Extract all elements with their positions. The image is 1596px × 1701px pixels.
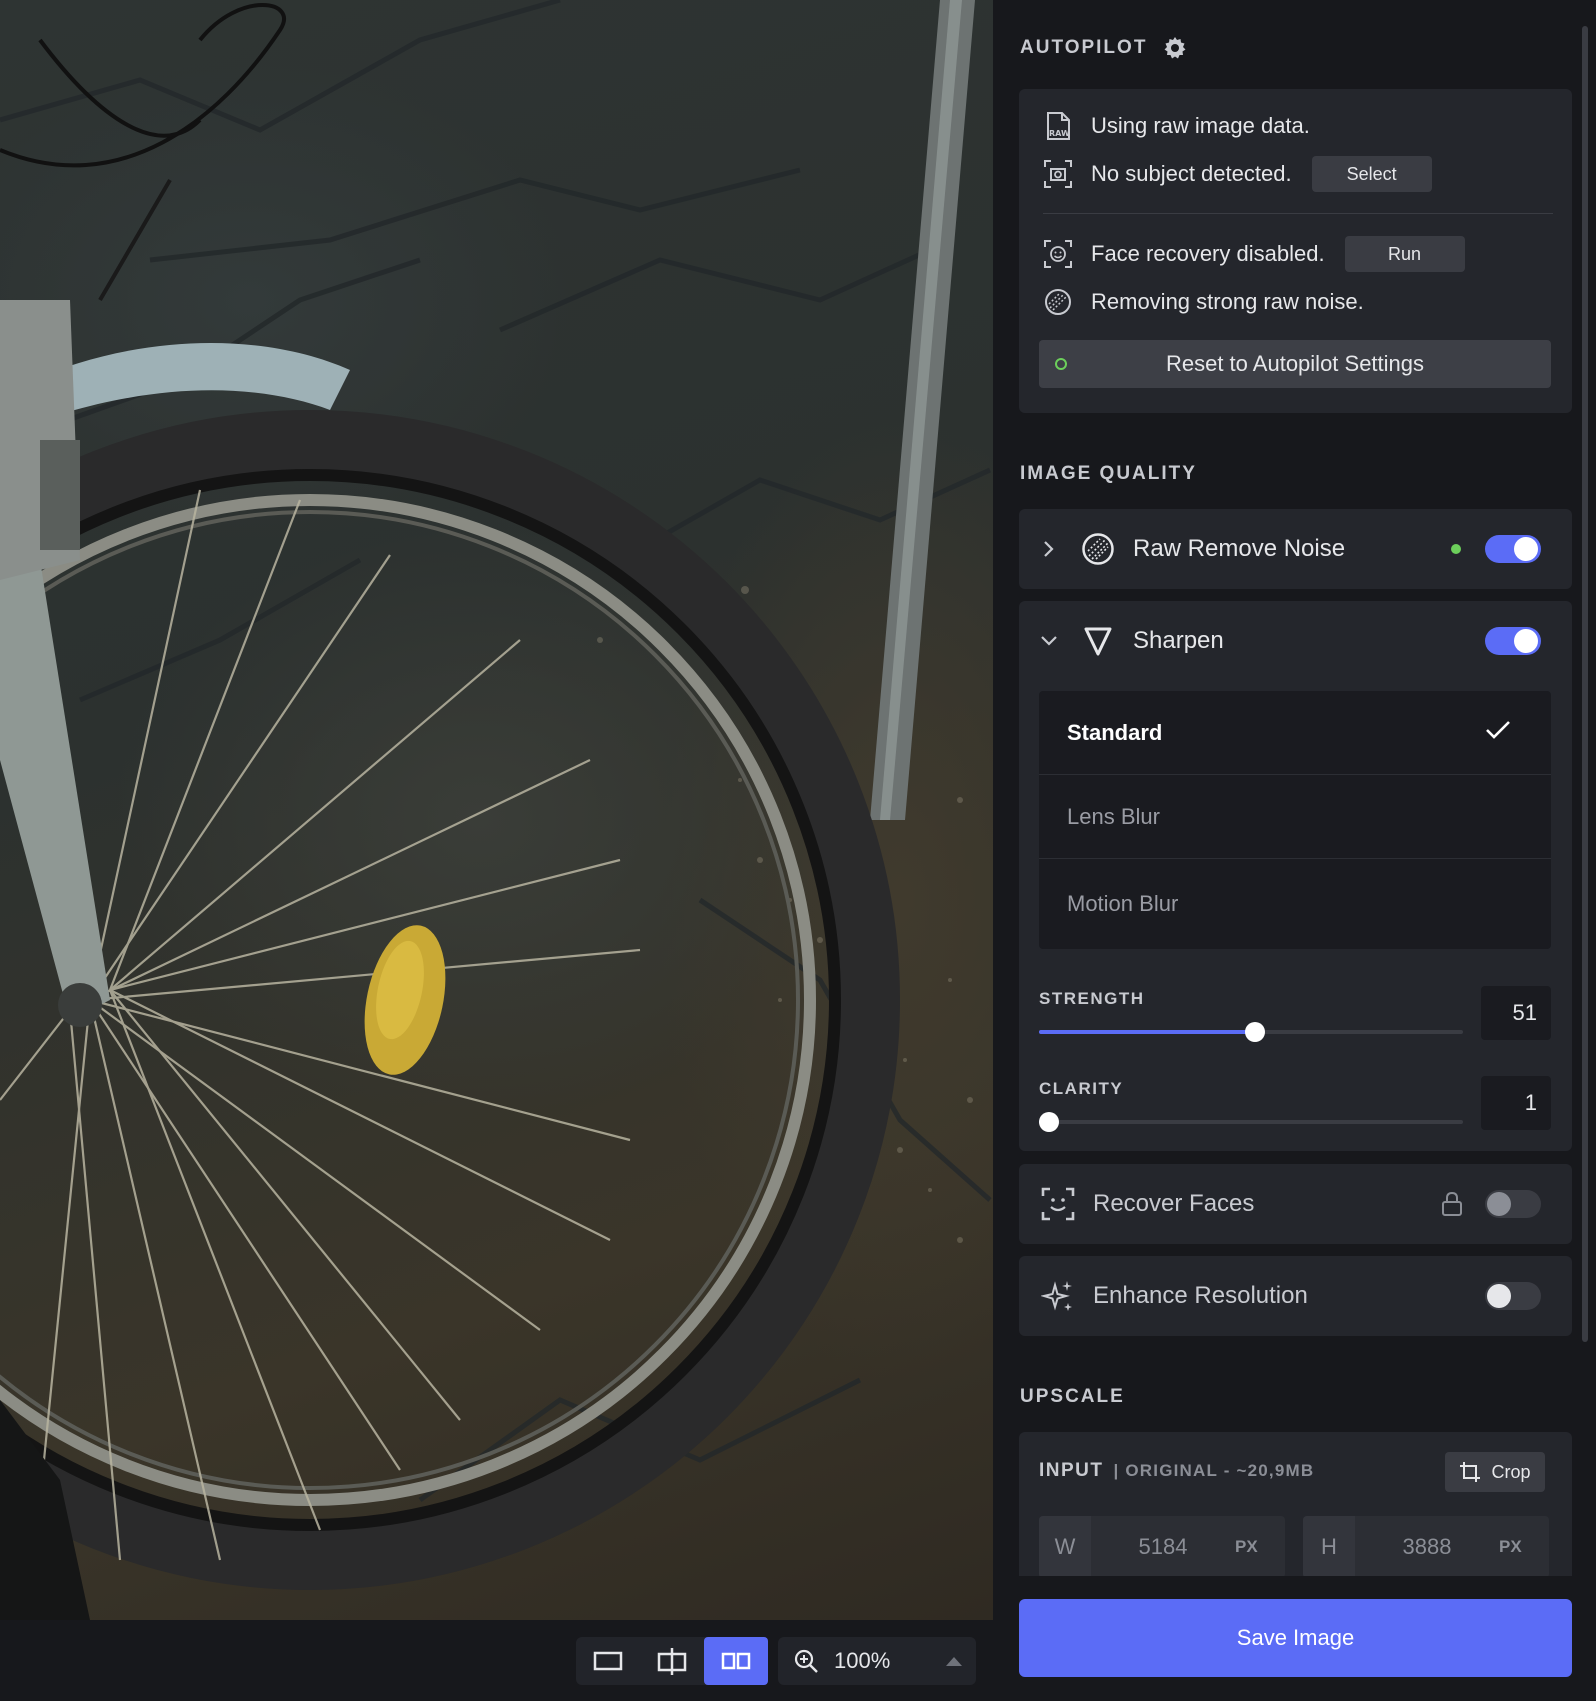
height-field[interactable]: H 3888 PX [1303, 1516, 1549, 1578]
lock-icon [1442, 1191, 1462, 1216]
sharpen-mode-list: Standard Lens Blur Motion Blur [1039, 691, 1551, 949]
bicycle-photo [0, 0, 992, 1620]
raw-file-icon: RAW [1043, 111, 1073, 141]
width-field[interactable]: W 5184 PX [1039, 1516, 1285, 1578]
reset-autopilot-button[interactable]: Reset to Autopilot Settings [1039, 340, 1551, 388]
noise-icon [1079, 530, 1117, 568]
raw-remove-noise-card: Raw Remove Noise [1019, 509, 1572, 589]
strength-slider-handle[interactable] [1245, 1022, 1266, 1042]
svg-text:RAW: RAW [1049, 129, 1070, 138]
sparkle-icon [1039, 1277, 1077, 1315]
mode-lens-blur-label: Lens Blur [1067, 803, 1160, 829]
sharpen-toggle[interactable] [1485, 627, 1541, 655]
run-face-recovery-button[interactable]: Run [1344, 236, 1465, 272]
autopilot-section-title: AUTOPILOT [1020, 36, 1187, 60]
height-value[interactable]: 3888 [1355, 1534, 1499, 1560]
face-scan-icon [1039, 1185, 1077, 1223]
single-view-button[interactable] [576, 1637, 640, 1685]
strength-label: STRENGTH [1039, 989, 1145, 1008]
sharpen-card: Sharpen Standard Lens Blur Motion Blur S… [1019, 601, 1572, 1151]
mode-motion-blur-label: Motion Blur [1067, 891, 1179, 916]
autopilot-divider [1043, 213, 1553, 214]
clarity-slider-handle[interactable] [1039, 1112, 1060, 1132]
select-subject-button[interactable]: Select [1311, 156, 1432, 192]
sharpen-mode-lens-blur[interactable]: Lens Blur [1039, 775, 1551, 859]
raw-noise-active-dot [1451, 544, 1461, 554]
autopilot-face-message: Face recovery disabled. Run [1043, 234, 1465, 274]
raw-noise-text: Removing strong raw noise. [1091, 289, 1364, 314]
autopilot-title: AUTOPILOT [1020, 37, 1148, 58]
split-view-icon [657, 1648, 687, 1675]
image-preview-canvas[interactable] [0, 0, 993, 1620]
upscale-input-card: INPUT | ORIGINAL - ~20,9MB Crop W 5184 P… [1019, 1432, 1572, 1592]
width-value[interactable]: 5184 [1091, 1534, 1235, 1560]
zoom-level: 100% [834, 1648, 891, 1673]
no-subject-text: No subject detected. [1091, 161, 1292, 186]
panel-bottom-mask [993, 1576, 1596, 1596]
split-view-button[interactable] [640, 1637, 704, 1685]
enhance-resolution-card: Enhance Resolution [1019, 1256, 1572, 1336]
autopilot-card: RAW Using raw image data. No subject det… [1019, 89, 1572, 413]
strength-slider-fill [1039, 1030, 1256, 1034]
side-by-side-view-button[interactable] [704, 1637, 768, 1685]
crop-button[interactable]: Crop [1445, 1452, 1545, 1492]
clarity-label: CLARITY [1039, 1079, 1124, 1098]
chevron-right-icon[interactable] [1019, 540, 1079, 558]
noise-icon [1043, 287, 1073, 317]
width-unit: PX [1235, 1537, 1258, 1556]
sharpen-mode-standard[interactable]: Standard [1039, 691, 1551, 775]
mode-standard-label: Standard [1067, 719, 1163, 745]
save-image-button[interactable]: Save Image [1019, 1599, 1572, 1677]
sharpen-icon [1079, 622, 1117, 660]
sharpen-mode-motion-blur[interactable]: Motion Blur [1039, 859, 1551, 949]
save-image-label: Save Image [1236, 1625, 1355, 1650]
active-status-dot [1055, 358, 1067, 370]
gear-icon[interactable] [1163, 36, 1187, 60]
autopilot-subject-message: No subject detected. Select [1043, 154, 1432, 194]
input-label: INPUT [1039, 1460, 1104, 1481]
autopilot-raw-message: RAW Using raw image data. [1043, 106, 1310, 146]
recover-faces-toggle[interactable] [1485, 1190, 1541, 1218]
raw-data-text: Using raw image data. [1091, 113, 1310, 138]
recover-faces-card: Recover Faces [1019, 1164, 1572, 1244]
clarity-value-input[interactable]: 1 [1481, 1076, 1551, 1130]
zoom-in-icon[interactable] [778, 1648, 834, 1674]
panel-scrollbar[interactable] [1582, 26, 1588, 1342]
enhance-resolution-toggle[interactable] [1485, 1282, 1541, 1310]
side-by-side-view-icon [721, 1652, 751, 1670]
image-quality-section-title: IMAGE QUALITY [1020, 463, 1197, 485]
chevron-down-icon[interactable] [1019, 635, 1079, 647]
zoom-caret-up-icon[interactable] [934, 1655, 974, 1667]
input-original-info: | ORIGINAL - ~20,9MB [1113, 1461, 1315, 1480]
image-quality-title: IMAGE QUALITY [1020, 463, 1197, 484]
crop-label: Crop [1491, 1461, 1531, 1482]
height-axis-label: H [1303, 1516, 1355, 1578]
view-toolbar: 100% [0, 1620, 993, 1701]
face-recovery-text: Face recovery disabled. [1091, 241, 1325, 266]
height-unit: PX [1499, 1537, 1522, 1556]
zoom-control[interactable]: 100% [778, 1637, 976, 1685]
autopilot-noise-message: Removing strong raw noise. [1043, 282, 1364, 322]
face-scan-icon [1043, 239, 1073, 269]
view-mode-group [576, 1637, 768, 1685]
strength-value-input[interactable]: 51 [1481, 986, 1551, 1040]
checkmark-icon [1486, 721, 1510, 739]
strength-slider[interactable] [1039, 1022, 1463, 1042]
raw-remove-noise-toggle[interactable] [1485, 535, 1541, 563]
crop-icon [1460, 1462, 1481, 1482]
reset-autopilot-label: Reset to Autopilot Settings [1165, 351, 1425, 376]
input-size-label: INPUT | ORIGINAL - ~20,9MB [1039, 1460, 1314, 1482]
subject-camera-icon [1043, 159, 1073, 189]
clarity-slider[interactable] [1039, 1112, 1463, 1132]
upscale-section-title: UPSCALE [1020, 1386, 1125, 1408]
settings-panel: AUTOPILOT RAW Using raw image data. No s… [993, 0, 1596, 1701]
upscale-title: UPSCALE [1020, 1386, 1125, 1407]
single-view-icon [593, 1651, 623, 1671]
width-axis-label: W [1039, 1516, 1091, 1578]
